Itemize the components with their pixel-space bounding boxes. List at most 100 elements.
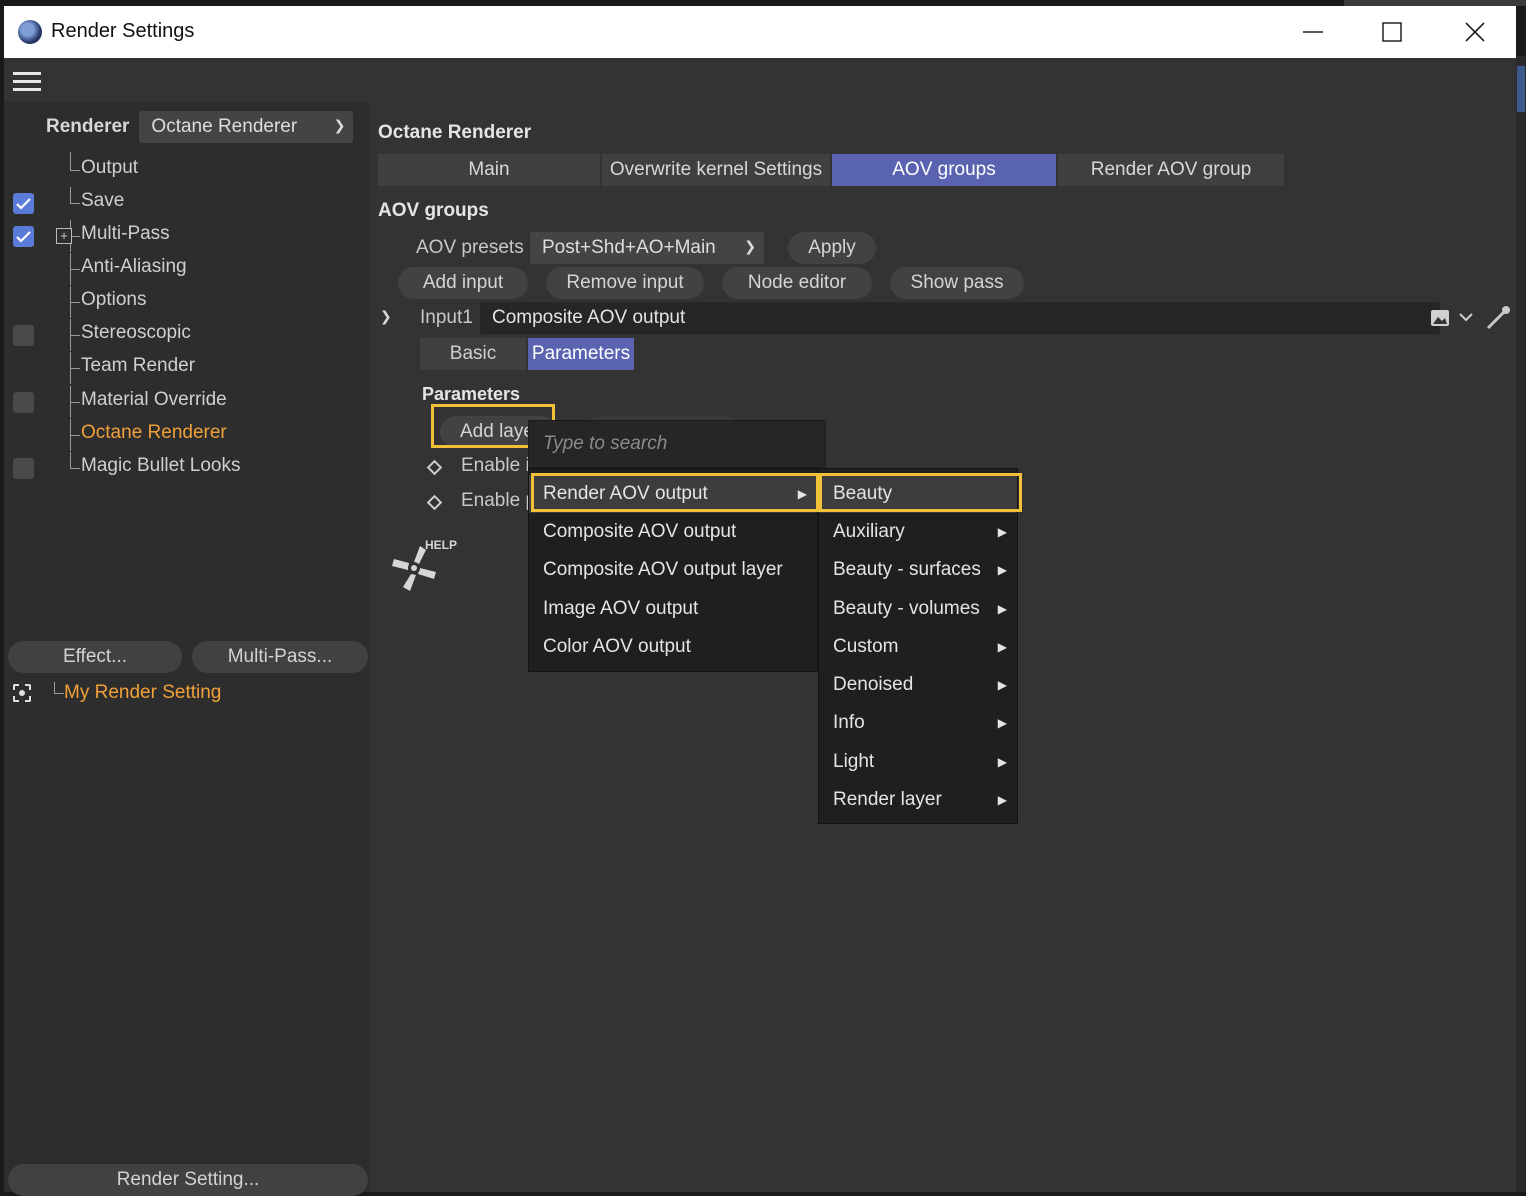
tab-parameters[interactable]: Parameters (528, 338, 634, 370)
submenu-item-auxiliary[interactable]: Auxiliary ▶ (819, 513, 1017, 551)
checkmark-icon (16, 198, 31, 210)
input-subtabs: Basic Parameters (420, 338, 636, 370)
title-bar: Render Settings (4, 6, 1516, 58)
save-checkbox[interactable] (13, 193, 34, 214)
enable-keyframe-icon[interactable] (426, 459, 443, 476)
add-input-button[interactable]: Add input (398, 267, 528, 299)
submenu-item-label: Info (833, 712, 865, 733)
sidebar-item-label: Anti-Aliasing (81, 256, 187, 277)
submenu-arrow-icon: ▶ (997, 678, 1007, 692)
submenu-item-render-layer[interactable]: Render layer ▶ (819, 781, 1017, 819)
cinema4d-app-icon (18, 20, 42, 44)
sidebar-item-multi-pass[interactable]: + Multi-Pass (4, 220, 370, 252)
close-button[interactable] (1440, 6, 1510, 58)
sidebar-item-magic-bullet-looks[interactable]: Magic Bullet Looks (4, 452, 370, 484)
enable-option-1-label: Enable i (461, 455, 530, 476)
stereoscopic-checkbox[interactable] (13, 325, 34, 346)
apply-button[interactable]: Apply (788, 232, 876, 264)
sidebar-item-material-override[interactable]: Material Override (4, 386, 370, 418)
menu-item-composite-aov-output[interactable]: Composite AOV output (529, 513, 817, 551)
minimize-button[interactable] (1278, 6, 1348, 58)
sidebar-item-label: Multi-Pass (81, 223, 170, 244)
render-setting-item[interactable]: My Render Setting (4, 676, 370, 710)
sidebar-item-label: Save (81, 190, 125, 211)
image-preview-icon[interactable] (1430, 309, 1450, 327)
enable-keyframe-icon[interactable] (426, 494, 443, 511)
render-setting-icon (13, 684, 31, 702)
effect-button[interactable]: Effect... (8, 641, 182, 673)
sidebar-item-label: Stereoscopic (81, 322, 191, 343)
chevron-down-icon: ❯ (744, 238, 756, 254)
renderer-value: Octane Renderer (151, 116, 298, 137)
popup-search-box[interactable]: Type to search (528, 420, 826, 468)
sidebar-item-label: Material Override (81, 389, 227, 410)
chevron-down-icon[interactable] (1459, 312, 1473, 324)
multi-pass-checkbox[interactable] (13, 226, 34, 247)
enable-option-2-label: Enable p (461, 490, 537, 511)
input1-link-field[interactable]: Composite AOV output (480, 302, 1440, 334)
sidebar-item-team-render[interactable]: Team Render (4, 352, 370, 384)
submenu-arrow-icon: ▶ (997, 640, 1007, 654)
renderer-row: Renderer Octane Renderer ❯ (46, 110, 354, 144)
render-aov-submenu: Beauty Auxiliary ▶ Beauty - surfaces ▶ Bea… (818, 468, 1018, 824)
tab-aov-groups[interactable]: AOV groups (832, 154, 1056, 186)
submenu-arrow-icon: ▶ (997, 793, 1007, 807)
menu-item-image-aov-output[interactable]: Image AOV output (529, 590, 817, 628)
menu-bar (4, 58, 1516, 102)
submenu-item-light[interactable]: Light ▶ (819, 743, 1017, 781)
panel-title: Octane Renderer (378, 122, 532, 143)
aov-presets-dropdown[interactable]: Post+Shd+AO+Main ❯ (530, 232, 764, 264)
sidebar-item-save[interactable]: Save (4, 187, 370, 219)
render-setting-label: My Render Setting (64, 682, 222, 703)
tab-main[interactable]: Main (378, 154, 600, 186)
submenu-item-beauty-surfaces[interactable]: Beauty - surfaces ▶ (819, 551, 1017, 589)
render-setting-button[interactable]: Render Setting... (8, 1164, 368, 1196)
tab-render-aov-group[interactable]: Render AOV group (1058, 154, 1284, 186)
hamburger-menu-icon[interactable] (13, 72, 41, 92)
background-window-edge-right (1516, 56, 1526, 1192)
beauty-highlight (819, 473, 1022, 512)
sidebar-item-output[interactable]: Output (4, 152, 370, 186)
remove-input-button[interactable]: Remove input (546, 267, 704, 299)
submenu-item-custom[interactable]: Custom ▶ (819, 628, 1017, 666)
submenu-item-label: Light (833, 751, 875, 772)
multi-pass-button[interactable]: Multi-Pass... (192, 641, 368, 673)
renderer-label: Renderer (46, 116, 130, 137)
submenu-arrow-icon: ▶ (997, 602, 1007, 616)
material-override-checkbox[interactable] (13, 392, 34, 413)
sidebar-item-octane-renderer[interactable]: Octane Renderer (4, 419, 370, 451)
submenu-item-denoised[interactable]: Denoised ▶ (819, 666, 1017, 704)
submenu-item-label: Beauty - surfaces (833, 559, 981, 580)
sidebar-item-anti-aliasing[interactable]: Anti-Aliasing (4, 253, 370, 285)
settings-sidebar: Renderer Octane Renderer ❯ Output Save +… (4, 102, 370, 1196)
menu-item-color-aov-output[interactable]: Color AOV output (529, 628, 817, 666)
help-button[interactable]: HELP (388, 532, 460, 596)
magic-bullet-looks-checkbox[interactable] (13, 458, 34, 479)
submenu-arrow-icon: ▶ (997, 525, 1007, 539)
collapse-chevron-icon[interactable]: ❯ (380, 308, 392, 325)
tab-overwrite-kernel-settings[interactable]: Overwrite kernel Settings (602, 154, 830, 186)
search-placeholder: Type to search (543, 433, 668, 454)
parameters-title: Parameters (422, 384, 521, 404)
aov-presets-value: Post+Shd+AO+Main (542, 237, 716, 258)
tab-basic[interactable]: Basic (420, 338, 526, 370)
maximize-button[interactable] (1357, 6, 1427, 58)
menu-item-composite-aov-output-layer[interactable]: Composite AOV output layer (529, 551, 817, 589)
sidebar-item-options[interactable]: Options (4, 286, 370, 318)
submenu-item-beauty-volumes[interactable]: Beauty - volumes ▶ (819, 590, 1017, 628)
section-title: AOV groups (378, 200, 489, 221)
input1-label: Input1 (420, 307, 473, 328)
show-pass-button[interactable]: Show pass (890, 267, 1024, 299)
input1-row: ❯ Input1 Composite AOV output (378, 302, 1516, 336)
sidebar-item-stereoscopic[interactable]: Stereoscopic (4, 319, 370, 351)
submenu-arrow-icon: ▶ (997, 563, 1007, 577)
maximize-icon (1382, 22, 1402, 42)
renderer-dropdown[interactable]: Octane Renderer ❯ (139, 111, 354, 143)
submenu-arrow-icon: ▶ (997, 755, 1007, 769)
submenu-item-info[interactable]: Info ▶ (819, 704, 1017, 742)
minimize-icon (1303, 31, 1323, 33)
aov-presets-label: AOV presets (416, 237, 524, 258)
expand-plus-icon[interactable]: + (56, 228, 72, 244)
node-editor-button[interactable]: Node editor (722, 267, 872, 299)
eyedropper-icon[interactable] (1484, 304, 1512, 332)
